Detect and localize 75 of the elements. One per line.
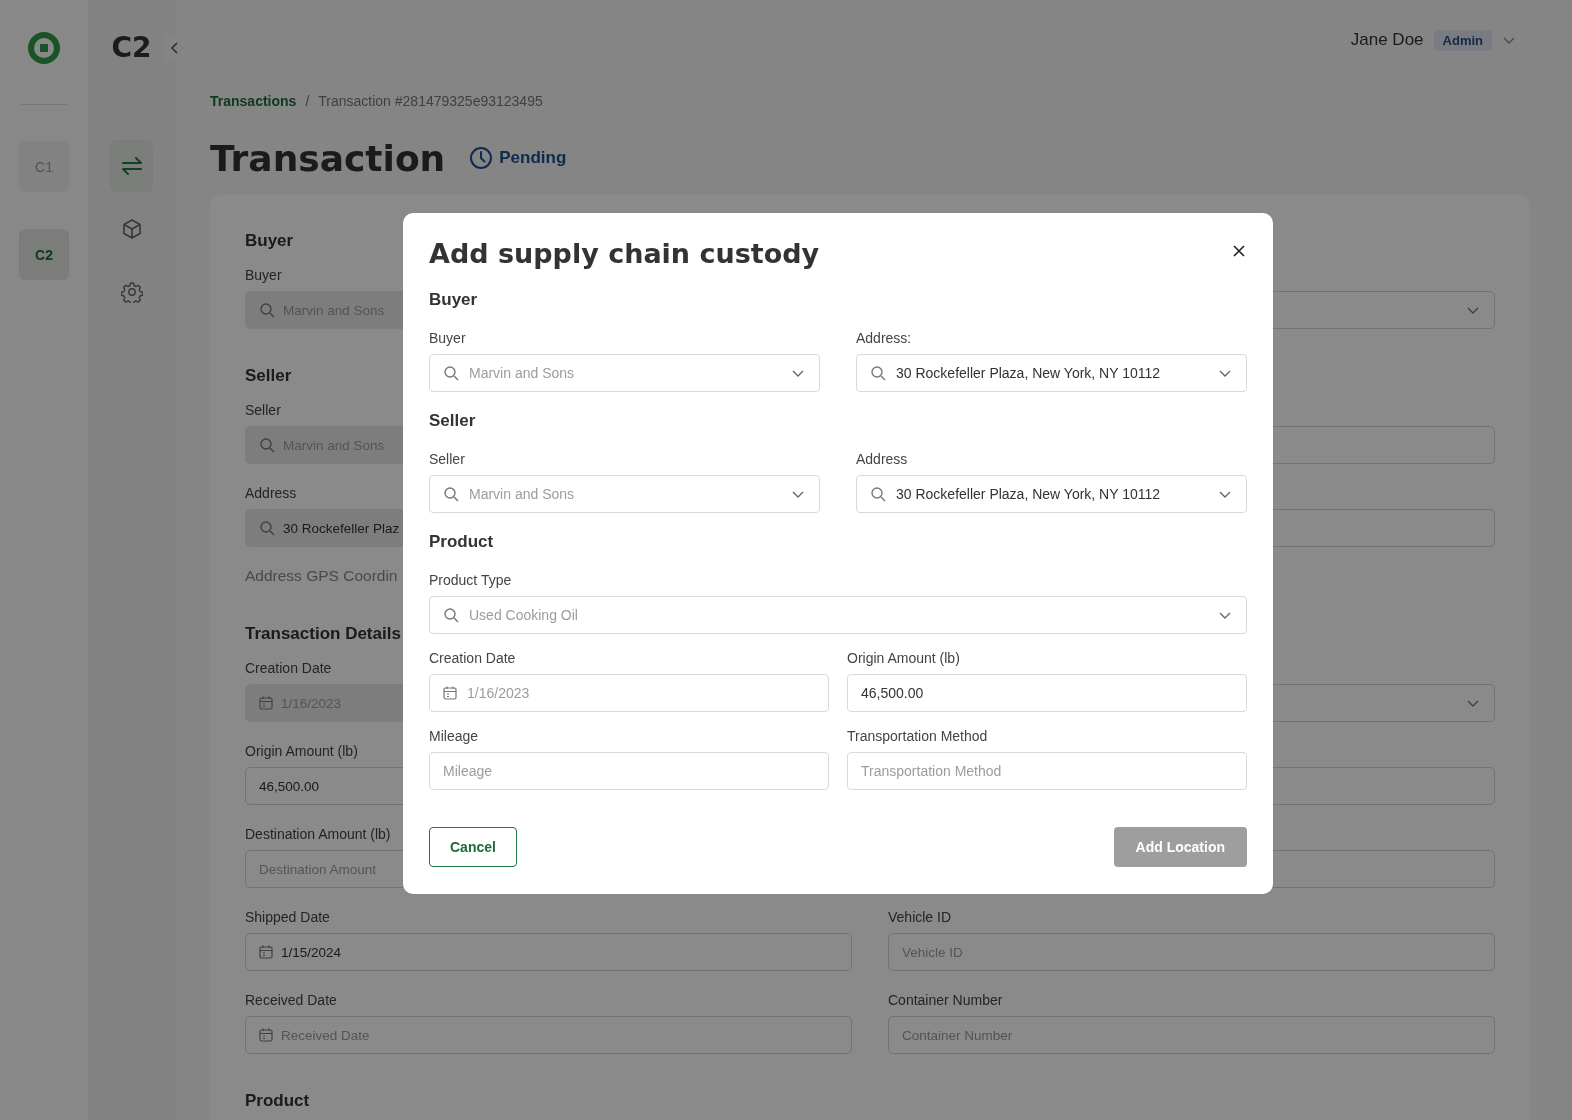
section-heading: Transaction Details bbox=[245, 623, 401, 645]
input-field[interactable]: Mileage bbox=[429, 752, 829, 790]
field-label: Buyer bbox=[245, 267, 282, 283]
role-badge: Admin bbox=[1433, 29, 1492, 51]
field-label: Address bbox=[245, 485, 297, 501]
section-heading: Product bbox=[245, 1090, 310, 1112]
search-icon bbox=[870, 486, 886, 502]
section-heading: Buyer bbox=[429, 289, 478, 311]
field-label: Transportation Method bbox=[847, 727, 988, 746]
chevron-down-icon[interactable] bbox=[1502, 35, 1516, 45]
search-field[interactable]: 30 Rockefeller Plaza, New York, NY 10112 bbox=[856, 354, 1247, 392]
field-label: Address bbox=[856, 450, 908, 469]
workspace-tile[interactable]: C2 bbox=[19, 229, 69, 280]
search-icon bbox=[870, 365, 886, 381]
calendar-icon bbox=[259, 696, 273, 710]
field-label: Mileage bbox=[429, 727, 479, 746]
chevron-down-icon bbox=[1218, 368, 1232, 378]
field-label: Creation Date bbox=[429, 649, 516, 668]
search-icon bbox=[443, 486, 459, 502]
input-field[interactable]: Transportation Method bbox=[847, 752, 1247, 790]
search-icon bbox=[443, 607, 459, 623]
modal-title: Add supply chain custody bbox=[429, 237, 820, 271]
status-label: Pending bbox=[499, 148, 567, 168]
breadcrumb-separator: / bbox=[305, 92, 310, 111]
search-icon bbox=[443, 365, 459, 381]
search-field[interactable]: Marvin and Sons bbox=[429, 354, 820, 392]
arrows-icon bbox=[119, 156, 144, 176]
field-label: Product Type bbox=[429, 571, 512, 590]
breadcrumb-current: Transaction #281479325e93123495 bbox=[318, 92, 543, 111]
calendar-icon bbox=[259, 945, 273, 959]
chevron-down-icon bbox=[791, 489, 805, 499]
field-label: Buyer bbox=[429, 329, 466, 348]
chevron-down-icon bbox=[1218, 489, 1232, 499]
clock-icon bbox=[469, 146, 494, 170]
close-icon bbox=[1233, 245, 1245, 257]
section-heading: Seller bbox=[245, 365, 292, 387]
calendar-icon bbox=[443, 686, 457, 700]
cancel-button[interactable]: Cancel bbox=[429, 827, 517, 867]
breadcrumb-link[interactable]: Transactions bbox=[210, 91, 297, 111]
calendar-icon bbox=[259, 1028, 273, 1042]
search-field[interactable]: Used Cooking Oil bbox=[429, 596, 1247, 634]
field-label: Received Date bbox=[245, 992, 337, 1008]
field-label: Origin Amount (lb) bbox=[245, 743, 358, 759]
field-label: Vehicle ID bbox=[888, 909, 952, 925]
chevron-down-icon bbox=[1466, 698, 1480, 708]
field-label: Seller bbox=[245, 402, 281, 418]
chevron-left-icon bbox=[170, 42, 180, 54]
user-name: Jane Doe bbox=[1350, 30, 1424, 50]
search-field[interactable]: 30 Rockefeller Plaza, New York, NY 10112 bbox=[856, 475, 1247, 513]
section-heading: Seller bbox=[429, 410, 476, 432]
date-field[interactable]: 1/16/2023 bbox=[429, 674, 829, 712]
search-icon bbox=[259, 520, 275, 536]
chevron-down-icon bbox=[1218, 610, 1232, 620]
input-field[interactable]: 46,500.00 bbox=[847, 674, 1247, 712]
settings-icon bbox=[120, 281, 143, 303]
field-label: Destination Amount (lb) bbox=[245, 826, 391, 842]
field-label: Shipped Date bbox=[245, 909, 330, 925]
search-field[interactable]: Marvin and Sons bbox=[429, 475, 820, 513]
field-label: Address: bbox=[856, 329, 912, 348]
field-label: Address GPS Coordin bbox=[245, 566, 398, 586]
section-heading: Buyer bbox=[245, 230, 294, 252]
search-icon bbox=[259, 302, 275, 318]
date-field[interactable]: 1/15/2024 bbox=[245, 933, 852, 971]
section-heading: Product bbox=[429, 531, 494, 553]
cube-icon bbox=[120, 218, 143, 240]
chevron-down-icon bbox=[1466, 305, 1480, 315]
chevron-down-icon bbox=[791, 368, 805, 378]
field-label: Creation Date bbox=[245, 660, 332, 676]
field-label: Origin Amount (lb) bbox=[847, 649, 960, 668]
transfer-nav-item[interactable] bbox=[110, 140, 153, 192]
search-icon bbox=[259, 437, 275, 453]
workspace-title: C2 bbox=[111, 32, 152, 64]
page-title: Transaction bbox=[210, 137, 446, 179]
field-label: Container Number bbox=[888, 992, 1003, 1008]
field-label: Seller bbox=[429, 450, 465, 469]
